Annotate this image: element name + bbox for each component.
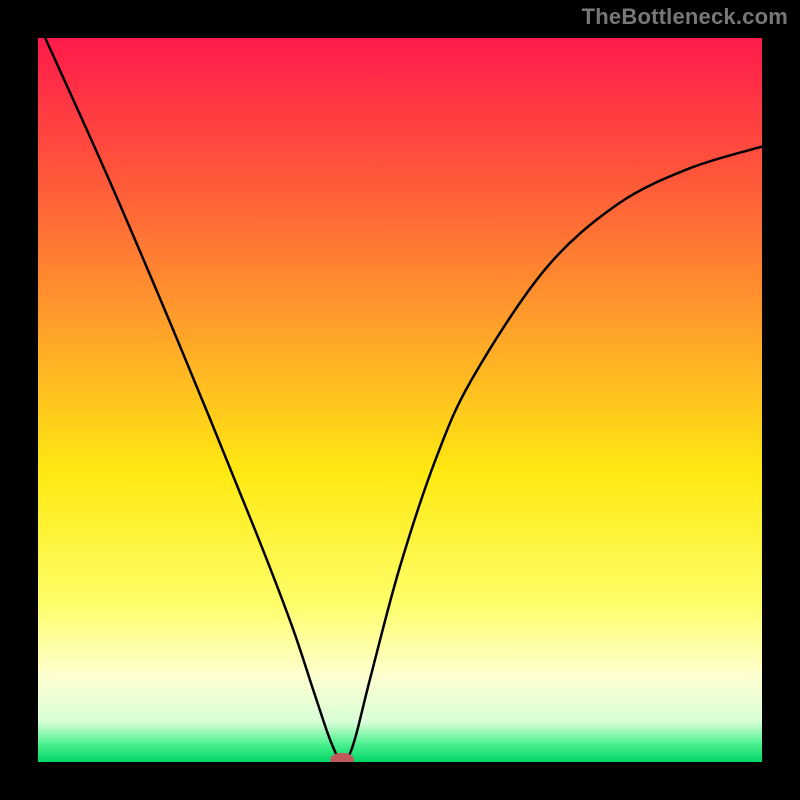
chart-frame: TheBottleneck.com <box>0 0 800 800</box>
bottleneck-chart <box>38 38 762 762</box>
attribution-label: TheBottleneck.com <box>582 4 788 30</box>
plot-background <box>38 38 762 762</box>
